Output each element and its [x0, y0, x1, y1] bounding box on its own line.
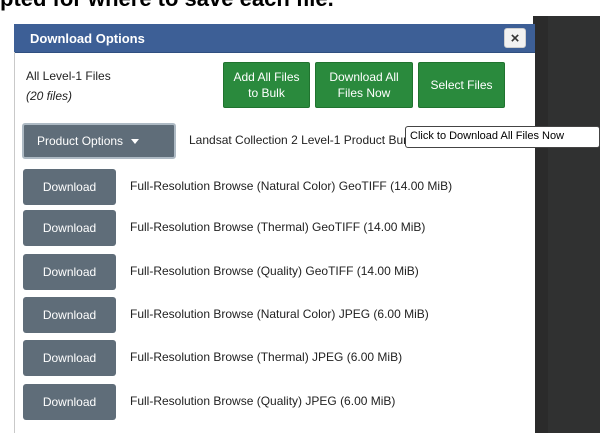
download-all-now-button[interactable]: Download All Files Now: [315, 62, 413, 108]
product-options-dropdown[interactable]: Product Options: [22, 123, 176, 159]
download-all-tooltip: Click to Download All Files Now: [405, 126, 600, 148]
download-button-label: Download: [42, 180, 97, 194]
add-all-to-bulk-line1: Add All Files: [233, 70, 300, 84]
file-label: Full-Resolution Browse (Natural Color) J…: [130, 307, 429, 321]
download-button[interactable]: Download: [23, 210, 116, 246]
file-row: Download Full-Resolution Browse (Thermal…: [23, 340, 533, 376]
close-icon: ×: [510, 30, 520, 47]
product-options-label: Product Options: [37, 134, 124, 148]
select-files-button[interactable]: Select Files: [418, 62, 505, 108]
file-row: Download Full-Resolution Browse (Quality…: [23, 384, 533, 420]
download-button-label: Download: [42, 221, 97, 235]
download-button-label: Download: [42, 265, 97, 279]
background-instruction-text: pted for where to save each file.: [0, 0, 600, 12]
file-label: Full-Resolution Browse (Quality) JPEG (6…: [130, 394, 396, 408]
all-files-label: All Level-1 Files: [26, 69, 111, 83]
background-map-area-right: [548, 16, 600, 433]
product-bundle-label: Landsat Collection 2 Level-1 Product Bun…: [189, 133, 426, 147]
download-button-label: Download: [42, 351, 97, 365]
dialog-titlebar: Download Options ×: [14, 24, 535, 53]
add-all-to-bulk-button[interactable]: Add All Files to Bulk: [223, 62, 310, 108]
download-button[interactable]: Download: [23, 340, 116, 376]
download-button[interactable]: Download: [23, 297, 116, 333]
file-label: Full-Resolution Browse (Thermal) GeoTIFF…: [130, 220, 426, 234]
dialog-left-border: [14, 52, 15, 433]
file-label: Full-Resolution Browse (Thermal) JPEG (6…: [130, 350, 403, 364]
file-row: Download Full-Resolution Browse (Natural…: [23, 297, 533, 333]
download-all-now-line2: Files Now: [337, 86, 391, 100]
download-button[interactable]: Download: [23, 254, 116, 290]
select-files-label: Select Files: [430, 78, 493, 92]
download-all-now-line1: Download All: [329, 70, 399, 84]
add-all-to-bulk-line2: to Bulk: [248, 86, 285, 100]
download-button[interactable]: Download: [23, 169, 116, 205]
close-button[interactable]: ×: [504, 28, 526, 48]
file-label: Full-Resolution Browse (Quality) GeoTIFF…: [130, 264, 419, 278]
download-button[interactable]: Download: [23, 384, 116, 420]
file-row: Download Full-Resolution Browse (Natural…: [23, 169, 533, 205]
caret-down-icon: [131, 138, 140, 144]
file-count: (20 files): [26, 89, 73, 103]
download-button-label: Download: [42, 308, 97, 322]
file-row: Download Full-Resolution Browse (Quality…: [23, 254, 533, 290]
download-button-label: Download: [42, 395, 97, 409]
file-label: Full-Resolution Browse (Natural Color) G…: [130, 179, 453, 193]
file-row: Download Full-Resolution Browse (Thermal…: [23, 210, 533, 246]
dialog-title: Download Options: [30, 31, 145, 46]
